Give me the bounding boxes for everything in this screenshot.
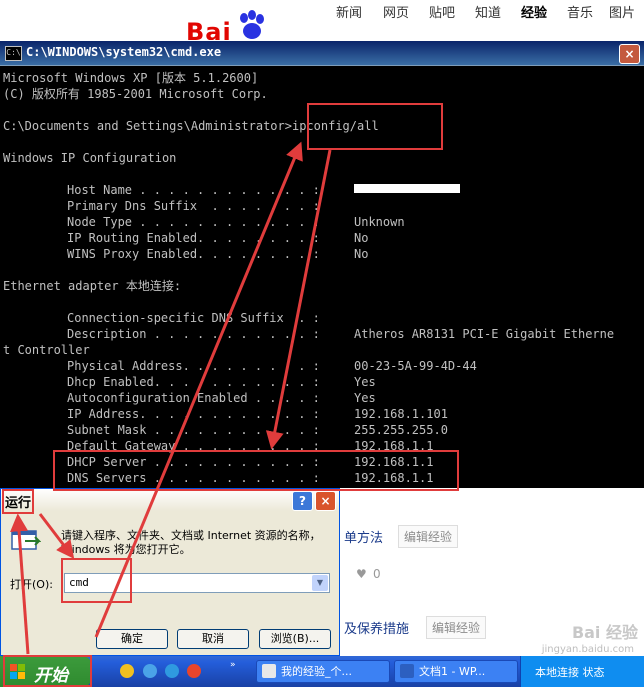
arrow <box>94 141 303 638</box>
arrow <box>10 513 30 655</box>
annotation-arrows <box>10 141 332 655</box>
arrow <box>38 513 75 559</box>
